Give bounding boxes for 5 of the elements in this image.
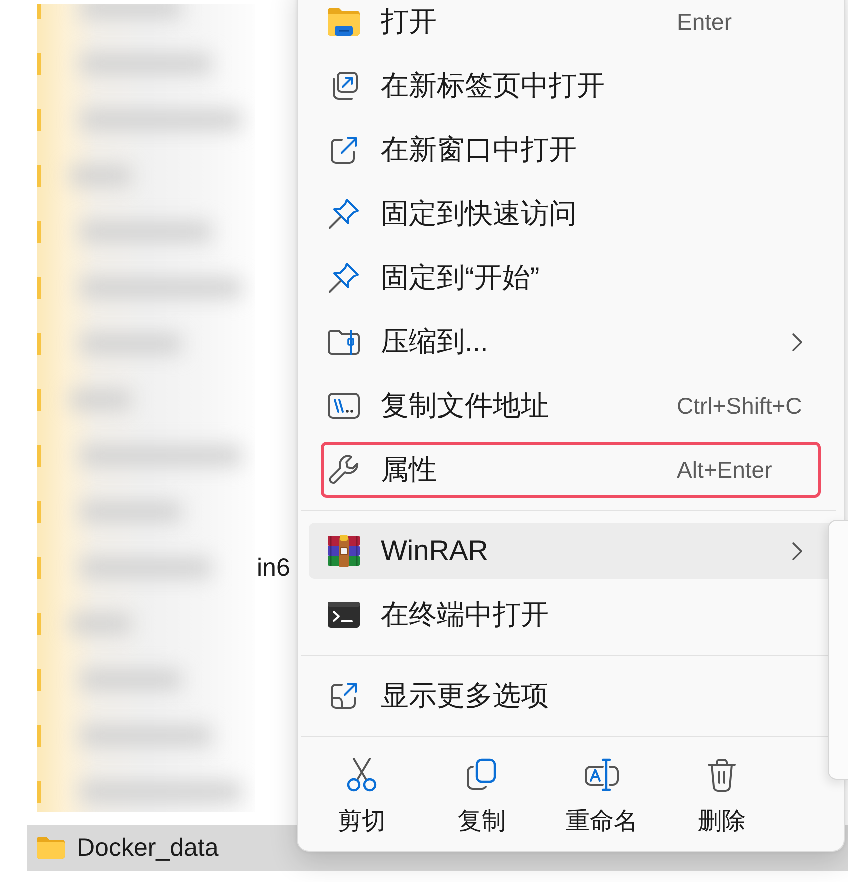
- shortcut-label: Alt+Enter: [677, 456, 772, 484]
- shortcut-label: Enter: [677, 8, 732, 36]
- file-name: in6: [257, 553, 290, 583]
- shortcut-label: Ctrl+Shift+C: [677, 392, 802, 420]
- file-name: Docker_data: [77, 833, 219, 863]
